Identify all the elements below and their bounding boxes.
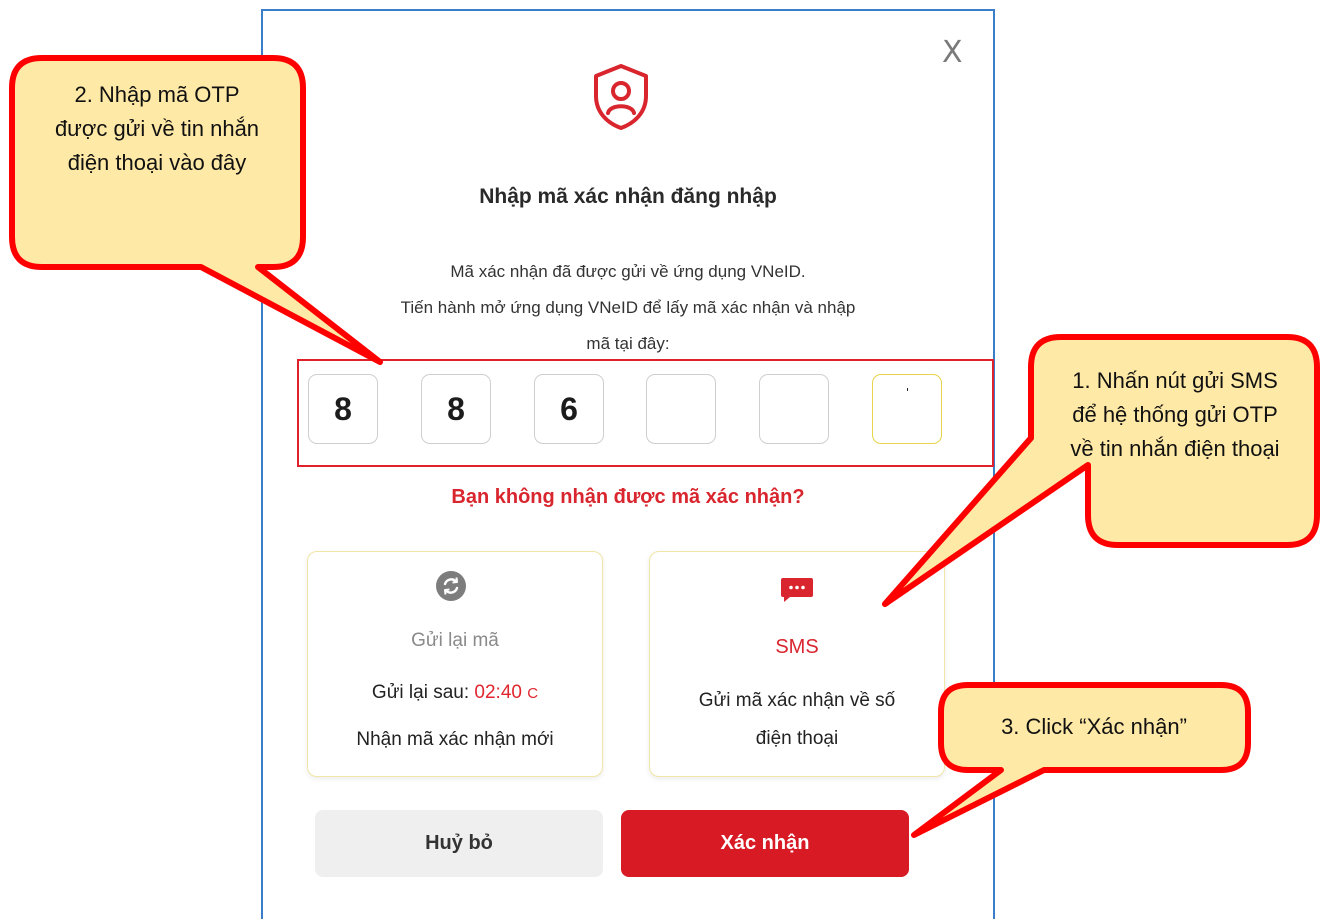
callout-press-sms-text: 1. Nhấn nút gửi SMS để hệ thống gửi OTP … xyxy=(1070,368,1280,461)
callout-bubble-click-confirm xyxy=(911,682,1251,838)
callout-enter-otp-text: 2. Nhập mã OTP được gửi về tin nhắn điện… xyxy=(54,82,260,175)
callout-click-confirm-text: 3. Click “Xác nhận” xyxy=(1001,714,1187,739)
